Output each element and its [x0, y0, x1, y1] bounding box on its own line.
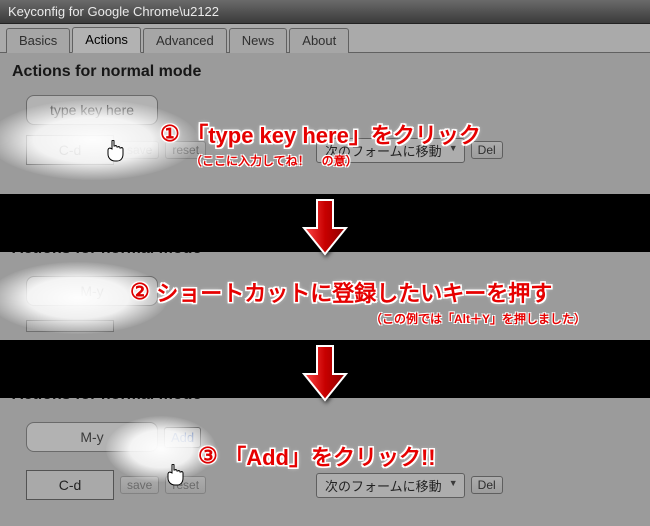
action-select[interactable]: 次のフォームに移動 [316, 473, 465, 498]
save-button[interactable]: save [120, 476, 159, 494]
action-select[interactable]: 次のフォームに移動 [316, 138, 465, 163]
key-capture-input[interactable] [26, 95, 158, 125]
key-capture-input[interactable] [26, 276, 158, 306]
tab-actions[interactable]: Actions [72, 27, 141, 53]
panel-step-3: Actions for normal mode Add C-d save res… [0, 398, 650, 526]
tab-bar: Basics Actions Advanced News About [0, 24, 650, 53]
reset-button[interactable]: reset [165, 141, 206, 159]
delete-button[interactable]: Del [471, 476, 503, 494]
save-button[interactable]: save [120, 141, 159, 159]
delete-button[interactable]: Del [471, 141, 503, 159]
window-title: Keyconfig for Google Chrome\u2122 [8, 4, 219, 19]
panel-step-1: Basics Actions Advanced News About Actio… [0, 24, 650, 194]
tab-about[interactable]: About [289, 28, 349, 53]
tab-basics[interactable]: Basics [6, 28, 70, 53]
window-titlebar: Keyconfig for Google Chrome\u2122 [0, 0, 650, 24]
tab-advanced[interactable]: Advanced [143, 28, 227, 53]
key-capture-input[interactable] [26, 422, 158, 452]
down-arrow-icon [302, 198, 348, 256]
panel-step-2: Actions for normal mode [0, 252, 650, 340]
binding-key-display: C-d [26, 470, 114, 500]
tab-news[interactable]: News [229, 28, 288, 53]
section-heading: Actions for normal mode [0, 53, 650, 81]
binding-key-display [26, 320, 114, 332]
down-arrow-icon [302, 344, 348, 402]
binding-key-display: C-d [26, 135, 114, 165]
reset-button[interactable]: reset [165, 476, 206, 494]
add-button[interactable]: Add [164, 427, 201, 448]
